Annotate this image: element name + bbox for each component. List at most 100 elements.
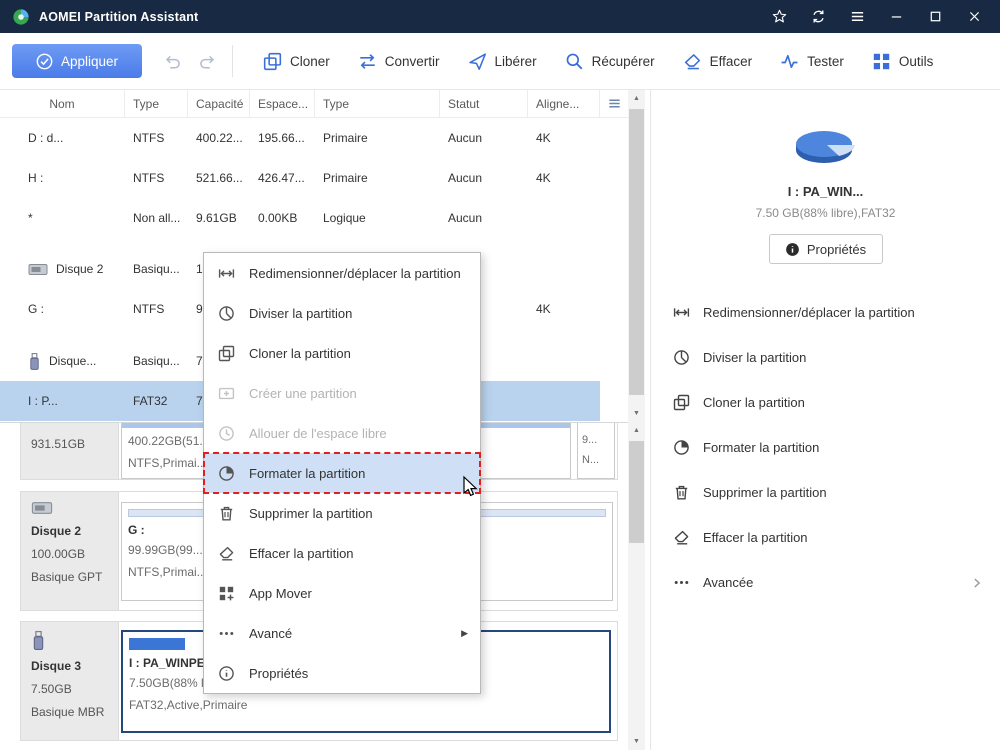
format-icon: [673, 439, 690, 456]
action-clone-partition[interactable]: Cloner la partition: [651, 380, 1000, 425]
action-advanced[interactable]: Avancée: [651, 560, 1000, 605]
menu-item-create-partition: Créer une partition: [204, 373, 480, 413]
apply-button[interactable]: Appliquer: [12, 44, 142, 78]
partition-usage-bar: [129, 638, 185, 650]
sidebar: I : PA_WIN... 7.50 GB(88% libre),FAT32 P…: [650, 90, 1000, 750]
action-delete-partition[interactable]: Supprimer la partition: [651, 470, 1000, 515]
action-split-partition[interactable]: Diviser la partition: [651, 335, 1000, 380]
disk-label[interactable]: Disque 2 100.00GB Basique GPT: [21, 492, 119, 610]
disk-name: Disque 2: [31, 524, 114, 538]
menu-item-split-partition[interactable]: Diviser la partition: [204, 293, 480, 333]
undo-icon[interactable]: [164, 52, 183, 71]
eraser-icon: [218, 545, 235, 562]
column-header-type[interactable]: Type: [315, 90, 440, 117]
scroll-down-arrow-icon[interactable]: ▼: [628, 405, 645, 422]
close-button[interactable]: [967, 9, 982, 24]
cell-nom: H :: [0, 171, 125, 185]
cell-type: Primaire: [315, 131, 440, 145]
partition-row[interactable]: D : d... NTFS 400.22... 195.66... Primai…: [0, 118, 628, 158]
disk-size: 100.00GB: [31, 547, 114, 561]
action-format-partition[interactable]: Formater la partition: [651, 425, 1000, 470]
cell-fs: Basiqu...: [125, 354, 188, 368]
menu-item-advanced[interactable]: Avancé ▶: [204, 613, 480, 653]
cell-espace: 426.47...: [250, 171, 315, 185]
menu-item-format-partition[interactable]: Formater la partition: [204, 453, 480, 493]
star-icon[interactable]: [772, 9, 787, 24]
column-header-espace[interactable]: Espace...: [250, 90, 315, 117]
disk-size: 931.51GB: [31, 437, 114, 451]
column-header-type-fs[interactable]: Type: [125, 90, 188, 117]
info-icon: [785, 242, 800, 257]
menu-item-properties[interactable]: Propriétés: [204, 653, 480, 693]
maximize-button[interactable]: [928, 9, 943, 24]
toolbar-button-recuperer[interactable]: Récupérer: [551, 41, 669, 81]
toolbar-separator: [232, 45, 233, 77]
cell-fs: Basiqu...: [125, 262, 188, 276]
chevron-right-icon: [970, 576, 984, 590]
scrollbar-thumb[interactable]: [629, 441, 644, 543]
titlebar: AOMEI Partition Assistant: [0, 0, 1000, 33]
info-icon: [218, 665, 235, 682]
column-header-nom[interactable]: Nom: [0, 90, 125, 117]
check-circle-icon: [36, 53, 53, 70]
column-header-capacite[interactable]: Capacité: [188, 90, 250, 117]
resize-icon: [218, 265, 235, 282]
cell-capacite: 400.22...: [188, 131, 250, 145]
create-icon: [218, 385, 235, 402]
menu-item-clone-partition[interactable]: Cloner la partition: [204, 333, 480, 373]
toolbar-button-tester[interactable]: Tester: [766, 41, 858, 81]
context-menu: Redimensionner/déplacer la partition Div…: [203, 252, 481, 694]
action-wipe-partition[interactable]: Effacer la partition: [651, 515, 1000, 560]
cell-capacite: 521.66...: [188, 171, 250, 185]
app-logo-icon: [12, 8, 30, 26]
titlebar-controls: [772, 9, 988, 24]
partition-row[interactable]: * Non all... 9.61GB 0.00KB Logique Aucun: [0, 198, 628, 238]
scroll-down-arrow-icon[interactable]: ▼: [628, 733, 645, 750]
cell-fs: FAT32: [125, 394, 188, 408]
split-icon: [218, 305, 235, 322]
partition-row[interactable]: H : NTFS 521.66... 426.47... Primaire Au…: [0, 158, 628, 198]
cell-aligne: 4K: [528, 171, 600, 185]
menu-item-delete-partition[interactable]: Supprimer la partition: [204, 493, 480, 533]
disk-map-scrollbar[interactable]: ▲ ▼: [628, 422, 645, 750]
scroll-up-arrow-icon[interactable]: ▲: [628, 90, 645, 107]
disk-label[interactable]: Disque 3 7.50GB Basique MBR: [21, 622, 119, 740]
action-resize-partition[interactable]: Redimensionner/déplacer la partition: [651, 290, 1000, 335]
cell-fs: Non all...: [125, 211, 188, 225]
submenu-arrow-icon: ▶: [461, 628, 468, 639]
table-scrollbar[interactable]: ▲ ▼: [628, 90, 645, 422]
scroll-up-arrow-icon[interactable]: ▲: [628, 422, 645, 439]
app-mover-icon: [218, 585, 235, 602]
scrollbar-thumb[interactable]: [629, 109, 644, 395]
cell-type: Logique: [315, 211, 440, 225]
action-list: Redimensionner/déplacer la partition Div…: [651, 290, 1000, 605]
sync-icon[interactable]: [811, 9, 826, 24]
toolbar-button-effacer[interactable]: Effacer: [669, 41, 767, 81]
column-header-statut[interactable]: Statut: [440, 90, 528, 117]
toolbar-button-cloner[interactable]: Cloner: [249, 41, 344, 81]
dots-icon: [218, 625, 235, 642]
toolbar-button-liberer[interactable]: Libérer: [454, 41, 551, 81]
disk-label[interactable]: 931.51GB: [21, 423, 119, 479]
menu-item-app-mover[interactable]: App Mover: [204, 573, 480, 613]
volume-subtitle: 7.50 GB(88% libre),FAT32: [651, 206, 1000, 220]
disk-style: Basique GPT: [31, 570, 114, 584]
cell-fs: NTFS: [125, 131, 188, 145]
test-icon: [780, 52, 799, 71]
cell-type: Primaire: [315, 171, 440, 185]
toolbar: Appliquer Cloner Convertir Libérer Récup…: [0, 33, 1000, 90]
menu-item-wipe-partition[interactable]: Effacer la partition: [204, 533, 480, 573]
column-settings-icon[interactable]: [600, 90, 628, 117]
properties-button[interactable]: Propriétés: [769, 234, 883, 264]
minimize-button[interactable]: [889, 9, 904, 24]
column-header-aligne[interactable]: Aligne...: [528, 90, 600, 117]
partition-box[interactable]: 9... N...: [577, 423, 615, 479]
toolbar-button-outils[interactable]: Outils: [858, 41, 948, 81]
clone-icon: [218, 345, 235, 362]
menu-item-resize-partition[interactable]: Redimensionner/déplacer la partition: [204, 253, 480, 293]
cell-statut: Aucun: [440, 211, 528, 225]
redo-icon[interactable]: [197, 52, 216, 71]
hamburger-menu-icon[interactable]: [850, 9, 865, 24]
toolbar-button-convertir[interactable]: Convertir: [344, 41, 454, 81]
cell-fs: NTFS: [125, 171, 188, 185]
